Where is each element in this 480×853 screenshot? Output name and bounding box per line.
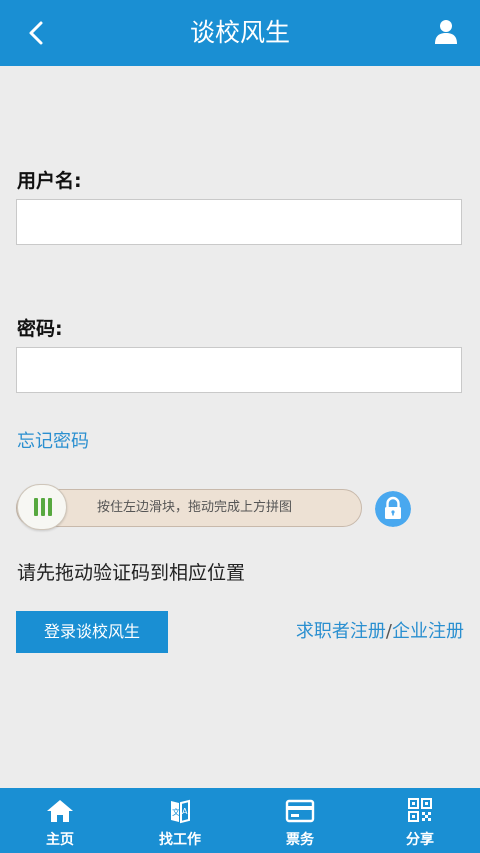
captcha-slider-handle[interactable]	[17, 484, 67, 530]
grip-bar	[48, 498, 52, 516]
company-register-link[interactable]: 企业注册	[392, 621, 464, 642]
top-app-bar: 谈校风生	[0, 0, 480, 66]
tab-home[interactable]: 主页	[0, 788, 120, 853]
tab-label: 票务	[286, 832, 314, 848]
tab-share[interactable]: 分享	[360, 788, 480, 853]
username-label: 用户名:	[17, 170, 82, 192]
tab-label: 找工作	[159, 832, 201, 848]
page-title: 谈校风生	[189, 18, 290, 47]
tab-label: 分享	[406, 832, 434, 848]
tab-label: 主页	[46, 832, 74, 848]
grip-bar	[41, 498, 45, 516]
username-input[interactable]	[16, 199, 462, 245]
home-icon	[47, 800, 73, 822]
password-input[interactable]	[16, 347, 462, 393]
captcha-instruction: 请先拖动验证码到相应位置	[17, 562, 246, 584]
lock-icon	[375, 491, 411, 527]
tab-find-job[interactable]: 文 A 找工作	[120, 788, 240, 853]
ticket-card-icon	[285, 799, 315, 823]
qr-code-icon	[408, 798, 432, 822]
password-label: 密码:	[17, 318, 63, 340]
jobseeker-register-link[interactable]: 求职者注册	[296, 621, 386, 642]
user-profile-icon[interactable]	[434, 19, 458, 45]
forgot-password-link[interactable]: 忘记密码	[17, 427, 89, 453]
register-links: 求职者注册/企业注册	[296, 617, 464, 643]
grip-bar	[34, 498, 38, 516]
svg-text:A: A	[182, 807, 188, 816]
login-button[interactable]: 登录谈校风生	[16, 611, 168, 653]
bottom-nav: 主页 文 A 找工作 票务 分享	[0, 788, 480, 853]
tab-tickets[interactable]: 票务	[240, 788, 360, 853]
svg-text:文: 文	[172, 807, 180, 817]
find-job-icon: 文 A	[171, 799, 190, 824]
captcha-slider-track: 按住左边滑块，拖动完成上方拼图	[16, 489, 362, 527]
slider-hint-text: 按住左边滑块，拖动完成上方拼图	[97, 500, 293, 515]
